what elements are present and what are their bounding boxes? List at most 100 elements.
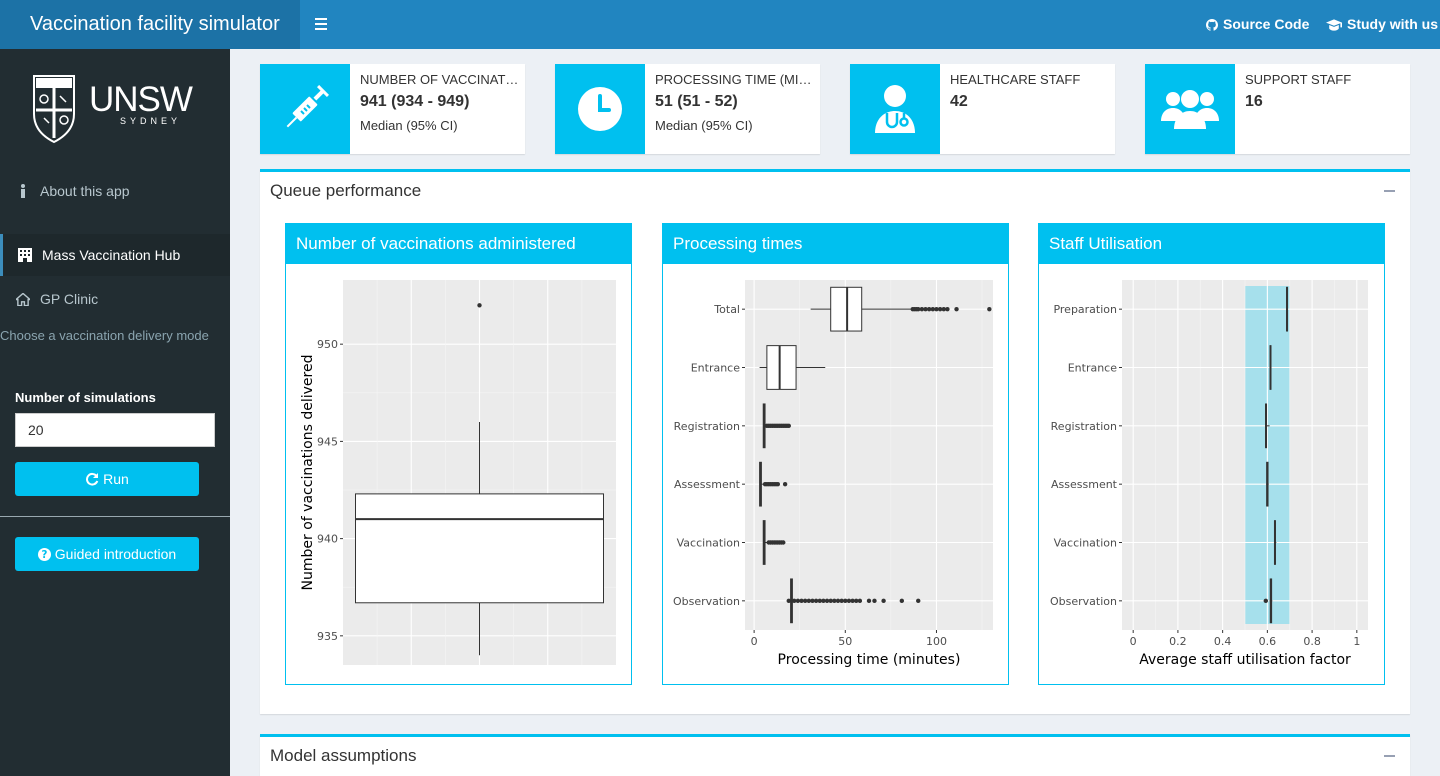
outlier-point <box>477 303 482 308</box>
category-label: Preparation <box>1053 303 1117 316</box>
sidebar-item-label: About this app <box>40 183 130 199</box>
processing-times-chart-panel: Processing times 0 50 100 Total Entrance Regi… <box>662 223 1009 685</box>
outlier-point <box>872 598 877 604</box>
queue-performance-title: Queue performance <box>270 181 422 200</box>
question-circle-icon: ? <box>37 547 51 561</box>
chart-title: Staff Utilisation <box>1039 224 1384 264</box>
outlier-point <box>1263 598 1268 604</box>
guided-introduction-button[interactable]: ? Guided introduction <box>15 537 199 571</box>
x-axis-label: Average staff utilisation factor <box>1139 652 1351 668</box>
sidebar-item-mass-vaccination-hub[interactable]: Mass Vaccination Hub <box>0 234 230 276</box>
x-tick-label: 0.8 <box>1303 635 1321 648</box>
category-label: Assessment <box>674 478 741 491</box>
y-axis-label: Number of vaccinations delivered <box>300 355 316 591</box>
outlier-point <box>916 598 921 604</box>
x-tick-label: 100 <box>926 635 947 648</box>
category-label: Total <box>713 303 740 316</box>
source-code-label: Source Code <box>1223 16 1310 32</box>
refresh-icon <box>86 472 99 486</box>
collapse-icon[interactable] <box>1384 190 1395 192</box>
study-with-us-label: Study with us <box>1347 16 1438 32</box>
graduation-cap-icon <box>1326 18 1342 31</box>
category-label: Observation <box>673 595 740 608</box>
x-tick-label: 0.6 <box>1259 635 1277 648</box>
info-box-subtitle: Median (95% CI) <box>360 118 458 133</box>
clock-icon <box>578 87 622 131</box>
y-tick-label: 950 <box>317 338 338 351</box>
delivery-mode-hint: Choose a vaccination delivery mode <box>0 328 209 343</box>
source-code-link[interactable]: Source Code <box>1206 0 1309 49</box>
category-label: Observation <box>1050 595 1117 608</box>
sydney-wordmark: SYDNEY <box>120 116 182 126</box>
info-box-title: Healthcare staff <box>950 72 1081 87</box>
vaccinations-boxplot: 935 940 945 950Number of vaccinations deliv… <box>300 280 616 665</box>
user-doctor-icon <box>875 85 915 133</box>
sidebar-item-about[interactable]: About this app <box>0 170 230 212</box>
x-tick-label: 0.2 <box>1169 635 1187 648</box>
info-box-support-staff: Support staff 16 <box>1145 64 1410 154</box>
sidebar-item-gp-clinic[interactable]: GP Clinic <box>0 278 230 320</box>
plot-background <box>745 280 993 630</box>
outlier-point <box>945 306 950 312</box>
simulations-input[interactable]: 20 <box>15 413 215 447</box>
simulations-label: Number of simulations <box>15 390 156 405</box>
outlier-point <box>782 481 788 487</box>
sidebar: UNSW SYDNEY About this app Mass Vaccinat… <box>0 49 230 776</box>
info-box-subtitle: Median (95% CI) <box>655 118 753 133</box>
outlier-point <box>899 598 905 604</box>
category-label: Registration <box>1051 420 1117 433</box>
run-button[interactable]: Run <box>15 462 199 496</box>
outlier-point <box>775 481 781 487</box>
box <box>766 345 797 390</box>
info-box-processing-time: Processing time (minutes) 51 (51 - 52) M… <box>555 64 820 154</box>
info-box-title: Processing time (minutes) <box>655 72 815 87</box>
building-icon <box>18 248 32 262</box>
info-box-title: Support staff <box>1245 72 1352 87</box>
outlier-point <box>786 598 791 604</box>
category-label: Vaccination <box>677 537 740 550</box>
sidebar-item-label: GP Clinic <box>40 291 99 307</box>
x-tick-label: 0 <box>751 635 758 648</box>
model-assumptions-box: Model assumptions <box>260 734 1410 776</box>
y-tick-label: 940 <box>317 533 338 546</box>
info-icon <box>16 184 30 198</box>
chart-title: Number of vaccinations administered <box>286 224 631 264</box>
outlier-point <box>987 306 992 312</box>
collapse-icon[interactable] <box>1384 755 1395 757</box>
info-box-healthcare-staff: Healthcare staff 42 <box>850 64 1115 154</box>
category-label: Entrance <box>691 362 741 375</box>
study-with-us-link[interactable]: Study with us <box>1326 0 1438 49</box>
y-tick-label: 935 <box>317 630 338 643</box>
x-axis-label: Processing time (minutes) <box>778 652 961 668</box>
category-label: Entrance <box>1068 362 1118 375</box>
guided-introduction-label: Guided introduction <box>54 546 177 562</box>
info-box-title: Number of vaccinations delivered <box>360 72 520 87</box>
category-label: Registration <box>674 420 740 433</box>
x-tick-label: 0 <box>1130 635 1137 648</box>
info-box-vaccinations: Number of vaccinations delivered 941 (93… <box>260 64 525 154</box>
hamburger-icon <box>315 18 327 20</box>
category-label: Vaccination <box>1054 537 1117 550</box>
home-icon <box>16 292 30 306</box>
chart-title: Processing times <box>663 224 1008 264</box>
x-tick-label: 0.4 <box>1214 635 1232 648</box>
staff-utilisation-boxplot: 0 0.2 0.4 0.6 0.8 1 Preparation Entrance Registr… <box>1050 280 1368 668</box>
x-tick-label: 50 <box>838 635 852 648</box>
top-navbar: Vaccination facility simulator Source Co… <box>0 0 1440 49</box>
sidebar-divider <box>0 516 230 517</box>
info-box-value: 51 (51 - 52) <box>655 93 738 110</box>
box <box>355 493 604 604</box>
info-box-value: 16 <box>1245 93 1263 110</box>
app-title: Vaccination facility simulator <box>0 0 300 49</box>
category-label: Assessment <box>1051 478 1118 491</box>
outlier-point <box>857 598 863 604</box>
syringe-icon <box>286 85 329 128</box>
x-tick-label: 1 <box>1353 635 1360 648</box>
queue-performance-box: Queue performance Number of vaccinations… <box>260 169 1410 714</box>
sidebar-item-label: Mass Vaccination Hub <box>42 247 181 263</box>
run-label: Run <box>103 471 129 487</box>
sidebar-toggle-button[interactable] <box>312 15 332 35</box>
outlier-point <box>786 423 791 429</box>
outlier-point <box>881 598 886 604</box>
outlier-point <box>866 598 872 604</box>
